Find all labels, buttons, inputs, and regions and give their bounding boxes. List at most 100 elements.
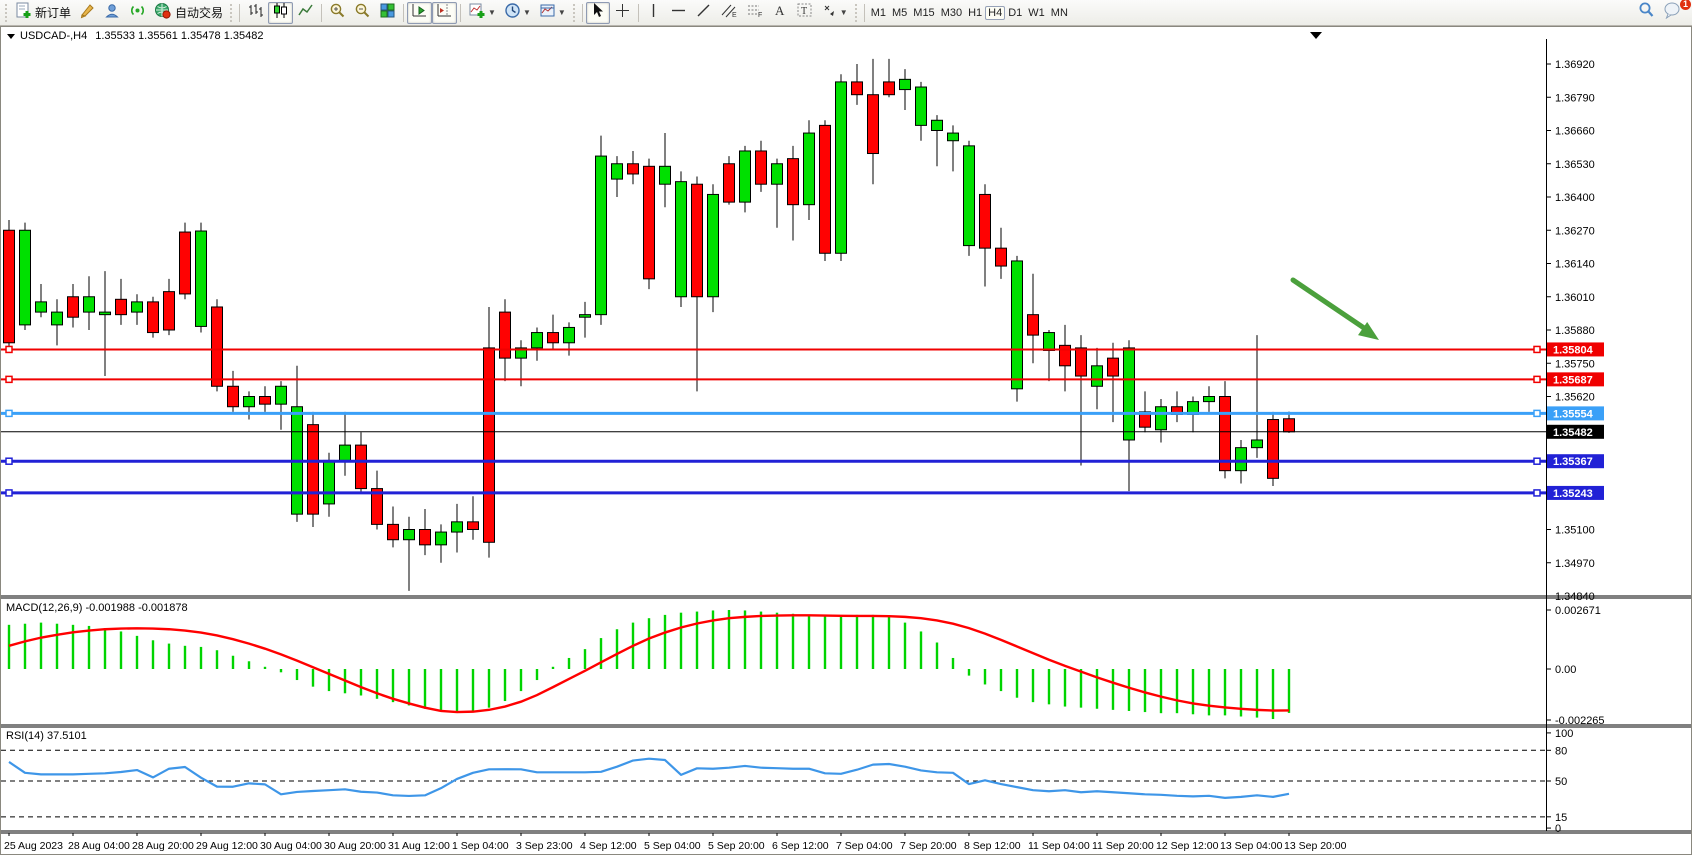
search-button[interactable] xyxy=(1633,2,1659,24)
svg-text:12 Sep 12:00: 12 Sep 12:00 xyxy=(1156,840,1219,852)
svg-text:0: 0 xyxy=(1555,823,1561,835)
svg-text:13 Sep 04:00: 13 Sep 04:00 xyxy=(1220,840,1283,852)
line-chart-button[interactable] xyxy=(293,2,318,24)
tf-mn-button[interactable]: MN xyxy=(1048,6,1071,20)
auto-trading-button[interactable]: 自动交易 xyxy=(150,2,227,24)
chevron-down-icon: ▼ xyxy=(488,8,496,17)
tile-windows-button[interactable] xyxy=(375,2,400,24)
tf-m30-button[interactable]: M30 xyxy=(938,6,965,20)
svg-text:11 Sep 04:00: 11 Sep 04:00 xyxy=(1028,840,1090,852)
auto-scroll-button[interactable] xyxy=(407,2,432,24)
svg-text:1.36400: 1.36400 xyxy=(1555,192,1595,204)
candle xyxy=(1268,412,1279,486)
trendline-button[interactable] xyxy=(691,2,716,24)
fibonacci-button[interactable]: F xyxy=(742,2,768,24)
horizontal-line-button[interactable] xyxy=(666,2,691,24)
channel-button[interactable]: E xyxy=(716,2,742,24)
svg-text:F: F xyxy=(758,12,762,19)
chart-collapse-icon[interactable] xyxy=(7,34,15,39)
svg-text:13 Sep 20:00: 13 Sep 20:00 xyxy=(1284,840,1347,852)
separator xyxy=(582,4,583,22)
separator xyxy=(321,4,322,22)
separator xyxy=(239,4,240,22)
separator xyxy=(638,4,639,22)
timeframe-toolbar: M1M5M15M30H1H4D1W1MN xyxy=(868,3,1071,23)
tf-h1-button[interactable]: H1 xyxy=(965,6,985,20)
chat-button[interactable]: 1 xyxy=(1659,2,1686,24)
styler-button[interactable] xyxy=(75,2,100,24)
svg-text:MACD(12,26,9) -0.001988 -0.001: MACD(12,26,9) -0.001988 -0.001878 xyxy=(6,602,188,614)
svg-text:1.35482: 1.35482 xyxy=(1553,427,1593,439)
template-icon xyxy=(539,2,556,24)
line-handle[interactable] xyxy=(6,490,12,496)
text-button[interactable]: A xyxy=(768,2,792,24)
line-handle[interactable] xyxy=(6,376,12,382)
period-button[interactable]: ▼ xyxy=(500,2,535,24)
vertical-line-button[interactable] xyxy=(642,2,666,24)
candlestick-chart-button[interactable] xyxy=(268,2,293,24)
svg-text:0.00: 0.00 xyxy=(1555,664,1576,676)
chart-window: USDCAD-,H41.35533 1.35561 1.35478 1.3548… xyxy=(0,26,1692,855)
svg-text:1.36010: 1.36010 xyxy=(1555,292,1595,304)
bar-chart-button[interactable] xyxy=(243,2,268,24)
line-handle[interactable] xyxy=(1534,376,1540,382)
svg-text:1.35367: 1.35367 xyxy=(1553,456,1593,468)
price-chart: 1.369201.367901.366601.365301.364001.362… xyxy=(1,27,1691,854)
line-handle[interactable] xyxy=(1534,490,1540,496)
svg-text:1.34970: 1.34970 xyxy=(1555,558,1595,570)
candlestick-chart-icon xyxy=(272,2,289,24)
tf-h4-button[interactable]: H4 xyxy=(985,6,1005,20)
zoom-in-button[interactable] xyxy=(325,2,350,24)
tf-m15-button[interactable]: M15 xyxy=(910,6,937,20)
indicators-button[interactable]: ▼ xyxy=(464,2,500,24)
toolbar-grip[interactable] xyxy=(229,4,234,22)
candle xyxy=(20,223,31,330)
candle xyxy=(308,412,319,527)
template-button[interactable]: ▼ xyxy=(535,2,570,24)
cursor-button[interactable] xyxy=(586,2,610,24)
svg-text:3 Sep 23:00: 3 Sep 23:00 xyxy=(516,840,573,852)
mt4-application: 新订单 自动交易 ▼ ▼ ▼ E F A T xyxy=(0,0,1692,855)
arrows-button[interactable]: ▼ xyxy=(817,2,852,24)
line-handle[interactable] xyxy=(1534,410,1540,416)
tile-windows-icon xyxy=(379,2,396,24)
zoom-out-button[interactable] xyxy=(350,2,375,24)
line-handle[interactable] xyxy=(1534,346,1540,352)
text-label-button[interactable]: T xyxy=(792,2,817,24)
svg-text:30 Aug 20:00: 30 Aug 20:00 xyxy=(324,840,386,852)
candle xyxy=(804,120,815,220)
line-handle[interactable] xyxy=(1534,458,1540,464)
toolbar-grip[interactable] xyxy=(4,4,9,22)
chevron-down-icon: ▼ xyxy=(840,8,848,17)
profile-button[interactable] xyxy=(100,2,125,24)
chart-shift-button[interactable] xyxy=(432,2,457,24)
tf-m5-button[interactable]: M5 xyxy=(889,6,910,20)
new-order-button[interactable]: 新订单 xyxy=(11,2,75,24)
tf-m1-button[interactable]: M1 xyxy=(868,6,889,20)
line-handle[interactable] xyxy=(6,410,12,416)
svg-text:T: T xyxy=(801,6,807,17)
svg-text:1.35687: 1.35687 xyxy=(1553,374,1593,386)
profile-icon xyxy=(104,2,121,24)
svg-text:1.35243: 1.35243 xyxy=(1553,488,1593,500)
svg-text:7 Sep 04:00: 7 Sep 04:00 xyxy=(836,840,893,852)
signals-button[interactable] xyxy=(125,2,150,24)
svg-text:6 Sep 12:00: 6 Sep 12:00 xyxy=(772,840,829,852)
svg-text:1.35620: 1.35620 xyxy=(1555,392,1595,404)
line-handle[interactable] xyxy=(6,346,12,352)
text-label-icon: T xyxy=(796,2,813,23)
candle xyxy=(724,156,735,205)
crosshair-icon xyxy=(614,2,631,24)
candle xyxy=(196,223,207,333)
auto-trading-label: 自动交易 xyxy=(175,4,223,21)
toolbar-grip[interactable] xyxy=(854,4,859,22)
crosshair-button[interactable] xyxy=(610,2,635,24)
tf-d1-button[interactable]: D1 xyxy=(1005,6,1025,20)
chart-title-bar: USDCAD-,H41.35533 1.35561 1.35478 1.3548… xyxy=(5,29,263,43)
tf-w1-button[interactable]: W1 xyxy=(1025,6,1048,20)
svg-text:1.35804: 1.35804 xyxy=(1553,344,1594,356)
line-handle[interactable] xyxy=(6,458,12,464)
candle xyxy=(964,141,975,256)
toolbar-grip[interactable] xyxy=(572,4,577,22)
svg-text:1.35100: 1.35100 xyxy=(1555,525,1595,537)
